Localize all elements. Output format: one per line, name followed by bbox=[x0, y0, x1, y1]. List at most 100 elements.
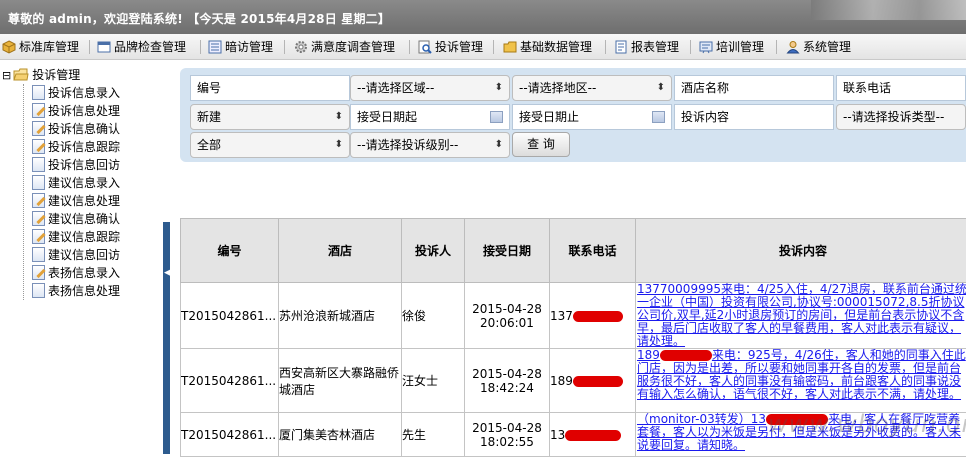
menu-separator bbox=[200, 40, 201, 54]
tree-guide-line bbox=[23, 84, 24, 300]
cell-content: 13770009995来电：4/25入住，4/27退房，联系前台通过统一企业（中… bbox=[636, 283, 966, 349]
document-edit-icon bbox=[32, 139, 45, 154]
cube-icon bbox=[2, 40, 16, 54]
document-icon bbox=[32, 85, 45, 100]
complaint-level-select[interactable]: --请选择投诉级别--⬍ bbox=[350, 132, 510, 158]
calendar-icon[interactable] bbox=[652, 111, 665, 123]
hotel-name-input[interactable]: 酒店名称 bbox=[674, 75, 834, 101]
menu-item-report[interactable]: 报表管理 bbox=[614, 39, 679, 55]
complaint-type-select[interactable]: --请选择投诉类型-- bbox=[836, 104, 966, 130]
table-row[interactable]: T2015042861... 西安高新区大寨路融侨城酒店 汪女士 2015-04… bbox=[181, 349, 966, 413]
menu-item-training[interactable]: 培训管理 bbox=[699, 39, 764, 55]
cell-code: T2015042861... bbox=[181, 349, 279, 413]
cell-code: T2015042861... bbox=[181, 413, 279, 457]
document-icon bbox=[32, 157, 45, 172]
menu-item-system[interactable]: 系统管理 bbox=[786, 39, 851, 55]
panel-splitter[interactable]: ◀ bbox=[163, 222, 170, 454]
menu-separator bbox=[690, 40, 691, 54]
updown-arrow-icon: ⬍ bbox=[335, 105, 343, 129]
folder-icon bbox=[503, 40, 517, 54]
cell-date: 2015-04-2818:42:24 bbox=[465, 349, 550, 413]
tree-root-complaint-management[interactable]: ⊟投诉管理 bbox=[2, 66, 80, 84]
column-header-hotel[interactable]: 酒店 bbox=[279, 219, 402, 283]
tree-item-complaint-entry[interactable]: 投诉信息录入 bbox=[32, 84, 120, 102]
tree-item-suggestion-revisit[interactable]: 建议信息回访 bbox=[32, 246, 120, 264]
collapse-toggle-icon[interactable]: ⊟ bbox=[2, 69, 11, 82]
menu-item-complaint[interactable]: 投诉管理 bbox=[418, 39, 483, 55]
cell-complainant: 汪女士 bbox=[402, 349, 465, 413]
column-header-code[interactable]: 编号 bbox=[181, 219, 279, 283]
column-header-complainant[interactable]: 投诉人 bbox=[402, 219, 465, 283]
cell-phone: 13 bbox=[550, 413, 636, 457]
cell-date: 2015-04-2820:06:01 bbox=[465, 283, 550, 349]
tree-item-suggestion-track[interactable]: 建议信息跟踪 bbox=[32, 228, 120, 246]
code-input[interactable]: 编号 bbox=[190, 75, 350, 101]
updown-arrow-icon: ⬍ bbox=[495, 133, 503, 157]
tree-item-complaint-confirm[interactable]: 投诉信息确认 bbox=[32, 120, 120, 138]
cell-hotel: 厦门集美杏林酒店 bbox=[279, 413, 402, 457]
complaint-content-link[interactable]: 13770009995来电：4/25入住，4/27退房，联系前台通过统一企业（中… bbox=[637, 283, 966, 349]
banner-decoration bbox=[811, 0, 966, 20]
cell-complainant: 徐俊 bbox=[402, 283, 465, 349]
main-menu-bar: 标准库管理 品牌检查管理 暗访管理 满意度调查管理 投诉管理 基础数据管理 报表… bbox=[0, 34, 966, 60]
tree-item-complaint-track[interactable]: 投诉信息跟踪 bbox=[32, 138, 120, 156]
tree-item-suggestion-confirm[interactable]: 建议信息确认 bbox=[32, 210, 120, 228]
phone-input[interactable]: 联系电话 bbox=[836, 75, 966, 101]
cell-date: 2015-04-2818:02:55 bbox=[465, 413, 550, 457]
menu-separator bbox=[89, 40, 90, 54]
tree-item-praise-process[interactable]: 表扬信息处理 bbox=[32, 282, 120, 300]
date-from-input[interactable]: 接受日期起 bbox=[350, 104, 510, 130]
table-header-row: 编号 酒店 投诉人 接受日期 联系电话 投诉内容 bbox=[181, 219, 966, 283]
folder-open-icon bbox=[13, 68, 29, 87]
magnifier-icon bbox=[418, 40, 432, 54]
gear-icon bbox=[294, 40, 308, 54]
table-row[interactable]: T2015042861... 苏州沧浪新城酒店 徐俊 2015-04-2820:… bbox=[181, 283, 966, 349]
region-select[interactable]: --请选择地区--⬍ bbox=[512, 75, 672, 101]
window-icon bbox=[97, 40, 111, 54]
document-edit-icon bbox=[32, 229, 45, 244]
area-select[interactable]: --请选择区域--⬍ bbox=[350, 75, 510, 101]
redaction-mark bbox=[660, 350, 712, 361]
column-header-date[interactable]: 接受日期 bbox=[465, 219, 550, 283]
tree-item-complaint-revisit[interactable]: 投诉信息回访 bbox=[32, 156, 120, 174]
redaction-mark bbox=[565, 430, 621, 441]
status-select[interactable]: 新建⬍ bbox=[190, 104, 350, 130]
document-edit-icon bbox=[32, 121, 45, 136]
query-button[interactable]: 查 询 bbox=[512, 132, 570, 157]
cell-code: T2015042861... bbox=[181, 283, 279, 349]
document-icon bbox=[32, 283, 45, 298]
document-edit-icon bbox=[32, 211, 45, 226]
menu-separator bbox=[605, 40, 606, 54]
complaint-content-link[interactable]: 189来电：925号，4/26住，客人和她的同事入住此门店，因为是出差，所以要和… bbox=[637, 349, 966, 402]
complaint-content-input[interactable]: 投诉内容 bbox=[674, 104, 834, 130]
updown-arrow-icon: ⬍ bbox=[335, 133, 343, 157]
menu-item-basic-data[interactable]: 基础数据管理 bbox=[503, 39, 592, 55]
menu-separator bbox=[284, 40, 285, 54]
document-icon bbox=[32, 175, 45, 190]
menu-item-satisfaction-survey[interactable]: 满意度调查管理 bbox=[294, 39, 395, 55]
column-header-phone[interactable]: 联系电话 bbox=[550, 219, 636, 283]
filter-panel: 编号 --请选择区域--⬍ --请选择地区--⬍ 酒店名称 联系电话 新建⬍ 接… bbox=[180, 68, 966, 162]
menu-item-mystery-visit[interactable]: 暗访管理 bbox=[208, 39, 273, 55]
tree-item-suggestion-entry[interactable]: 建议信息录入 bbox=[32, 174, 120, 192]
scope-select[interactable]: 全部⬍ bbox=[190, 132, 350, 158]
updown-arrow-icon: ⬍ bbox=[495, 76, 503, 100]
tree-item-praise-entry[interactable]: 表扬信息录入 bbox=[32, 264, 120, 282]
cell-hotel: 西安高新区大寨路融侨城酒店 bbox=[279, 349, 402, 413]
tree-item-complaint-process[interactable]: 投诉信息处理 bbox=[32, 102, 120, 120]
cell-complainant: 先生 bbox=[402, 413, 465, 457]
report-icon bbox=[614, 40, 628, 54]
watermark-text: www.wboyun.org bbox=[768, 410, 966, 438]
column-header-content[interactable]: 投诉内容 bbox=[636, 219, 966, 283]
redaction-mark bbox=[573, 376, 623, 387]
menu-item-standard-library[interactable]: 标准库管理 bbox=[2, 39, 79, 55]
welcome-text: 尊敬的 admin，欢迎登陆系统! 【今天是 2015年4月28日 星期二】 bbox=[8, 10, 390, 27]
tree-item-suggestion-process[interactable]: 建议信息处理 bbox=[32, 192, 120, 210]
date-to-input[interactable]: 接受日期止 bbox=[512, 104, 672, 130]
document-edit-icon bbox=[32, 193, 45, 208]
document-icon bbox=[32, 247, 45, 262]
calendar-icon[interactable] bbox=[490, 111, 503, 123]
menu-item-brand-check[interactable]: 品牌检查管理 bbox=[97, 39, 186, 55]
cell-phone: 137 bbox=[550, 283, 636, 349]
collapse-arrow-icon[interactable]: ◀ bbox=[164, 268, 171, 278]
